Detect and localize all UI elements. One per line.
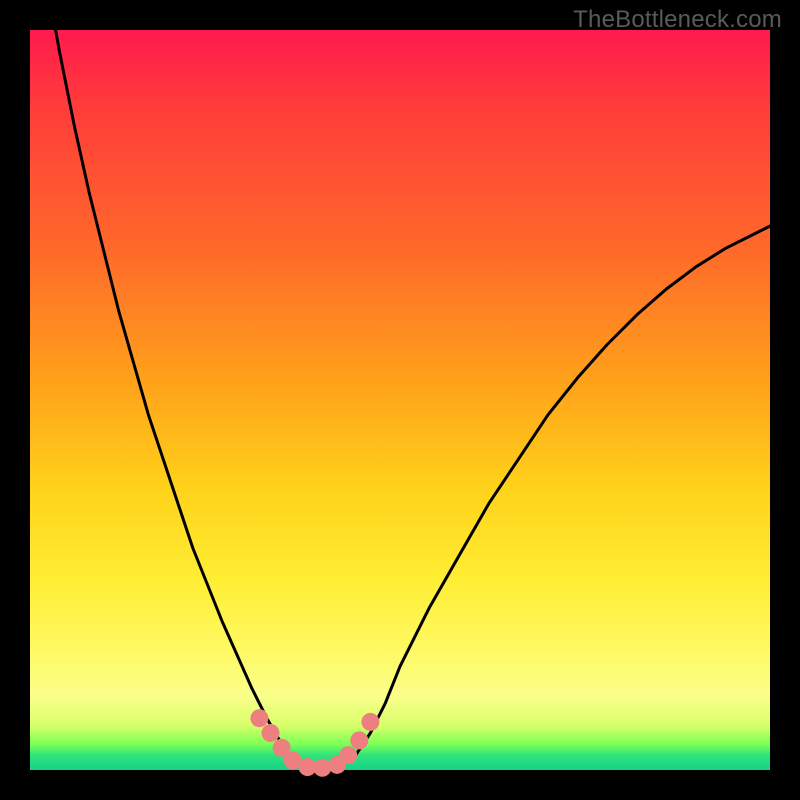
curve-markers xyxy=(250,709,379,777)
gradient-plot-area xyxy=(30,30,770,770)
bottleneck-curve xyxy=(30,0,770,770)
curve-marker xyxy=(361,713,379,731)
curve-layer xyxy=(30,30,770,770)
curve-marker xyxy=(313,759,331,777)
curve-marker xyxy=(350,731,368,749)
curve-marker xyxy=(339,746,357,764)
curve-marker xyxy=(250,709,268,727)
chart-frame: TheBottleneck.com xyxy=(0,0,800,800)
curve-marker xyxy=(262,724,280,742)
